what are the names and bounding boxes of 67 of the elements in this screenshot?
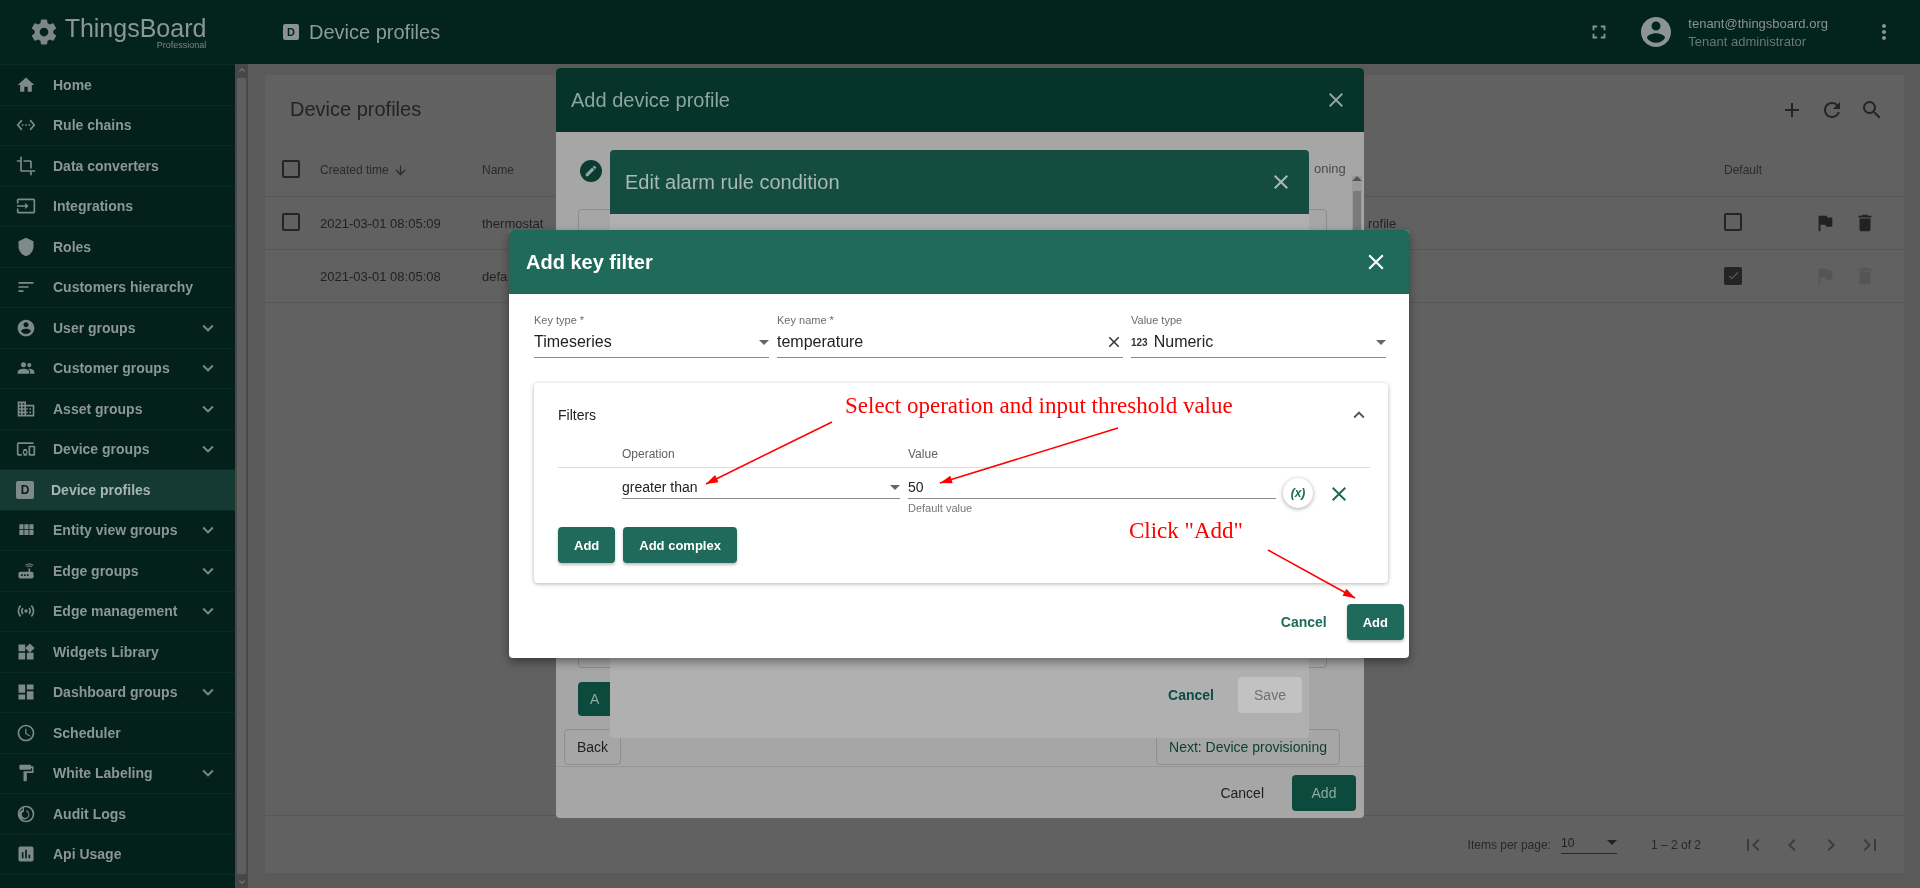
dialog-title: Add device profile: [571, 88, 730, 112]
dialog-title: Add key filter: [526, 250, 653, 274]
table-cell: thermostat: [482, 215, 544, 231]
step-label: oning: [1314, 161, 1346, 176]
default-checkbox[interactable]: [1724, 266, 1742, 285]
back-button[interactable]: Back: [564, 729, 622, 765]
cancel-button[interactable]: Cancel: [1158, 677, 1224, 713]
dynamic-value-button[interactable]: (x): [1283, 478, 1313, 508]
dropdown-arrow-icon: [759, 339, 769, 345]
logo-subtitle: Professional: [156, 40, 207, 50]
logo-text: ThingsBoard: [64, 14, 207, 41]
sidebar-item[interactable]: Api Usage: [0, 834, 235, 875]
field-hint: Default value: [908, 502, 974, 514]
device-profile-icon: D: [283, 24, 299, 40]
scrollbar[interactable]: [235, 64, 248, 888]
input-field[interactable]: Key name * temperature: [777, 314, 1123, 358]
device-profile-icon: D: [16, 480, 34, 499]
annotation: Select operation and input threshold value: [845, 393, 1233, 419]
sidebar-item[interactable]: User groups: [0, 308, 235, 349]
clock-icon: [16, 722, 36, 743]
field-label: Value: [908, 447, 938, 463]
default-checkbox[interactable]: [1724, 212, 1742, 231]
person-icon: [16, 317, 36, 338]
select-field[interactable]: Key type * Timeseries: [534, 314, 769, 358]
add-button[interactable]: Add: [1346, 604, 1404, 640]
annotation: Click "Add": [1129, 518, 1243, 544]
sidebar-item[interactable]: D Device profiles: [0, 470, 235, 511]
field-label: Operation: [622, 447, 676, 463]
card-title: Device profiles: [290, 98, 422, 121]
page-size-label: Items per page:: [1467, 837, 1551, 852]
crop-icon: [16, 155, 36, 176]
add-button[interactable]: Add: [558, 527, 616, 563]
page-range: 1 – 2 of 2: [1650, 837, 1701, 852]
dashboard-icon: [16, 682, 36, 703]
checkbox[interactable]: [282, 159, 300, 178]
dropdown-arrow-icon: [890, 484, 900, 490]
sidebar-item[interactable]: Home: [0, 65, 235, 106]
select-field[interactable]: Value type 123 Numeric: [1131, 314, 1386, 358]
panel-title: Filters: [558, 407, 597, 423]
table-cell: 2021-03-01 08:05:09: [320, 215, 441, 231]
sidebar-item[interactable]: Edge groups: [0, 551, 235, 592]
dropdown-arrow-icon: [1376, 339, 1386, 345]
arrow-up-icon[interactable]: [1352, 176, 1362, 181]
table-cell: 2021-03-01 08:05:08: [320, 268, 441, 284]
dialog-title: Edit alarm rule condition: [625, 170, 840, 194]
page-title: Device profiles: [309, 20, 441, 44]
sidebar-item[interactable]: Dashboard groups: [0, 672, 235, 713]
user-role: Tenant administrator: [1688, 33, 1808, 49]
cancel-button[interactable]: Cancel: [1210, 774, 1274, 811]
shield-icon: [16, 236, 36, 257]
checkbox[interactable]: [282, 212, 300, 231]
target-icon: [16, 803, 36, 824]
sidebar-item[interactable]: Entity view groups: [0, 510, 235, 551]
bar-chart-icon: [16, 844, 36, 865]
add-button[interactable]: Add complex: [623, 527, 737, 563]
dropdown-arrow-icon: [1606, 840, 1617, 845]
sidebar-item[interactable]: White Labeling: [0, 753, 235, 794]
add-button[interactable]: Add: [1292, 774, 1356, 811]
cancel-button[interactable]: Cancel: [1270, 604, 1337, 640]
sidebar-item[interactable]: Asset groups: [0, 389, 235, 430]
table-cell: defa: [482, 268, 508, 284]
paint-roller-icon: [16, 763, 36, 784]
sidebar-item[interactable]: Widgets Library: [0, 632, 235, 673]
table-cell: rofile: [1368, 215, 1397, 231]
sidebar-item[interactable]: Roles: [0, 227, 235, 268]
user-email: tenant@thingsboard.org: [1688, 15, 1828, 31]
widgets-icon: [16, 641, 36, 662]
